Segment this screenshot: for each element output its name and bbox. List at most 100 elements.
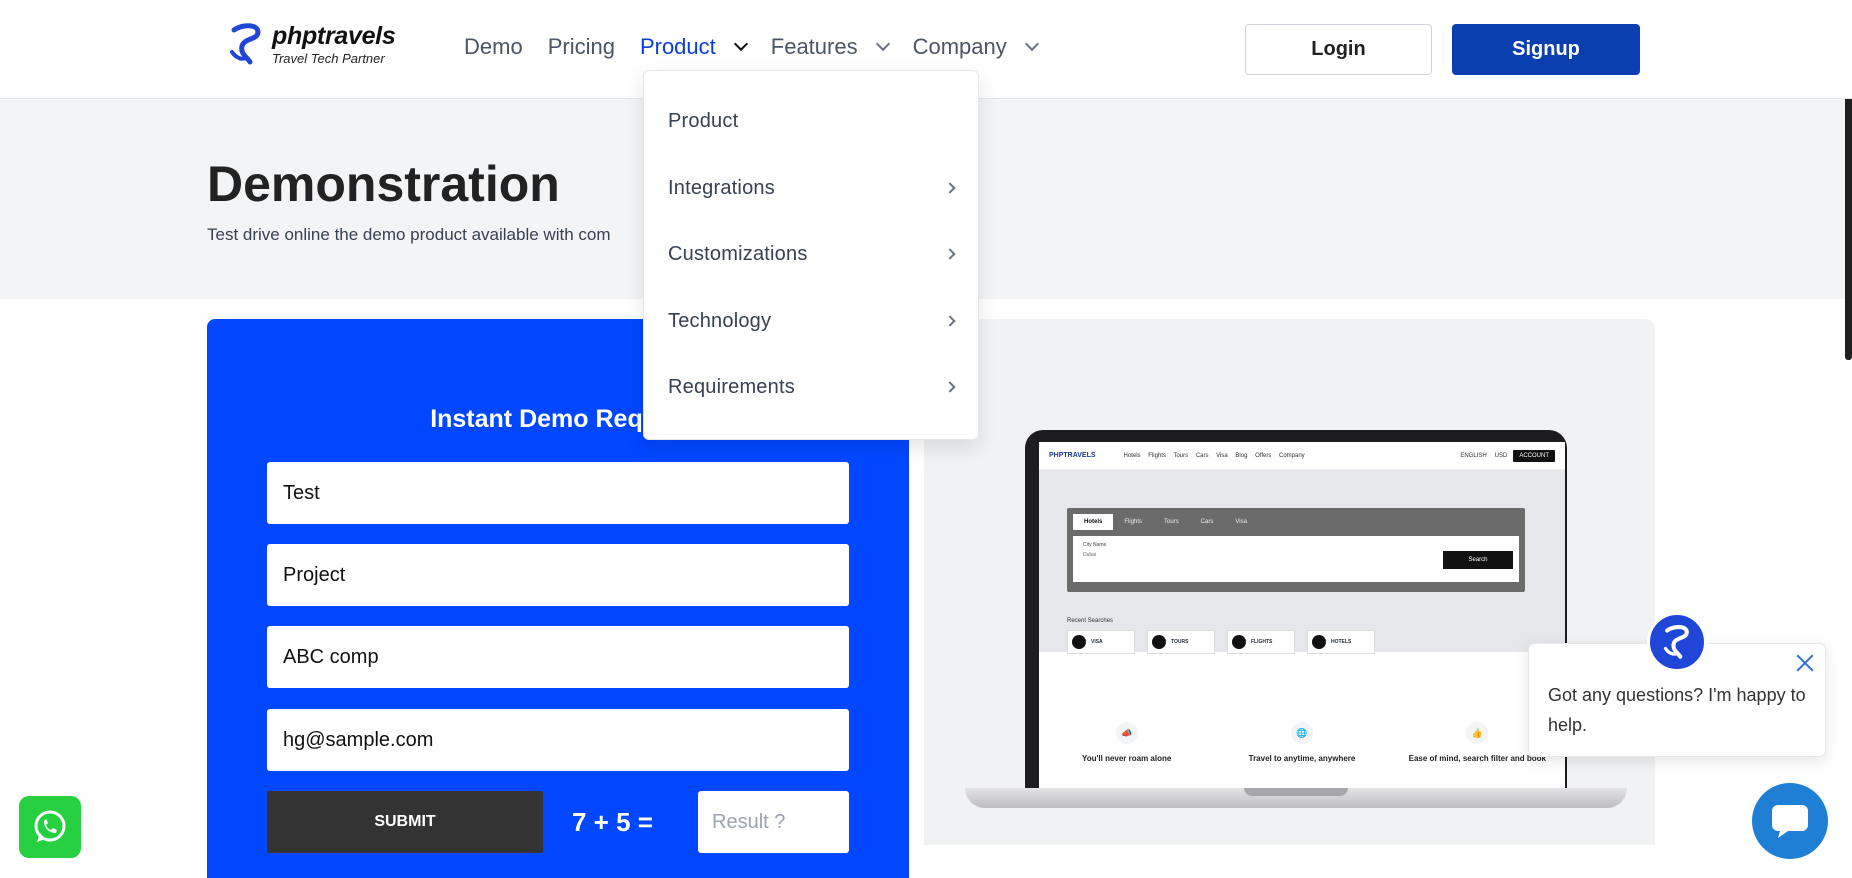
preview-tabs: Hotels Flights Tours Cars Visa bbox=[1067, 508, 1525, 530]
chat-avatar bbox=[1647, 612, 1707, 672]
close-icon[interactable] bbox=[1794, 652, 1816, 674]
card-label: HOTELS bbox=[1331, 639, 1352, 645]
preview-link: Cars bbox=[1195, 452, 1209, 459]
brand-name: phptravels bbox=[272, 21, 396, 50]
product-dropdown-menu: Product Integrations Customizations Tech… bbox=[643, 70, 979, 440]
first-name-field[interactable]: Test bbox=[267, 462, 849, 524]
preview-tab: Tours bbox=[1164, 519, 1179, 525]
menu-item-integrations[interactable]: Integrations bbox=[668, 168, 958, 208]
phptravels-logo-icon bbox=[1663, 625, 1689, 659]
preview-search-box: Hotels Flights Tours Cars Visa City Name… bbox=[1067, 508, 1525, 592]
laptop-screen-preview: PHPTRAVELS Hotels Flights Tours Cars Vis… bbox=[1039, 442, 1565, 788]
preview-link: Hotels bbox=[1123, 452, 1141, 459]
menu-item-label: Technology bbox=[668, 309, 772, 332]
chevron-right-icon bbox=[944, 182, 956, 194]
nav-features[interactable]: Features bbox=[770, 34, 890, 60]
preview-nav-links: Hotels Flights Tours Cars Visa Blog Offe… bbox=[1124, 453, 1311, 459]
whatsapp-button[interactable] bbox=[19, 796, 81, 858]
page-subtitle: Test drive online the demo product avail… bbox=[207, 225, 611, 244]
chevron-right-icon bbox=[944, 381, 956, 393]
chevron-right-icon bbox=[944, 315, 956, 327]
menu-item-label: Requirements bbox=[668, 375, 795, 398]
preview-lang: ENGLISH bbox=[1460, 452, 1487, 459]
nav-pricing[interactable]: Pricing bbox=[548, 34, 615, 60]
menu-item-label: Integrations bbox=[668, 176, 775, 199]
chat-message: Got any questions? I'm happy to help. bbox=[1548, 685, 1806, 735]
card-icon bbox=[1312, 635, 1326, 649]
feature-label: Travel to anytime, anywhere bbox=[1248, 754, 1356, 763]
feature-label: Ease of mind, search filter and book bbox=[1408, 754, 1546, 763]
preview-account: ACCOUNT bbox=[1513, 449, 1555, 462]
card-label: TOURS bbox=[1171, 639, 1189, 645]
login-button[interactable]: Login bbox=[1245, 24, 1432, 75]
preview-search-fields: City Name Dubai Search bbox=[1073, 536, 1519, 582]
brand-tagline: Travel Tech Partner bbox=[272, 50, 385, 66]
preview-card: HOTELS bbox=[1307, 630, 1375, 654]
preview-tab: Cars bbox=[1200, 519, 1214, 525]
preview-tab: Hotels bbox=[1073, 514, 1114, 530]
preview-nav: PHPTRAVELS Hotels Flights Tours Cars Vis… bbox=[1039, 442, 1565, 470]
nav-demo-label: Demo bbox=[464, 34, 523, 59]
card-icon bbox=[1072, 635, 1086, 649]
preview-card: TOURS bbox=[1147, 630, 1215, 654]
menu-item-requirements[interactable]: Requirements bbox=[668, 367, 958, 407]
nav-product[interactable]: Product bbox=[639, 34, 748, 60]
card-label: VISA bbox=[1091, 639, 1103, 645]
preview-link: Flights bbox=[1148, 452, 1166, 459]
laptop-notch bbox=[1244, 788, 1348, 796]
nav-features-label: Features bbox=[770, 34, 858, 59]
preview-recent-cards: VISA TOURS FLIGHTS HOTELS bbox=[1067, 630, 1387, 654]
preview-link: Offers bbox=[1255, 452, 1272, 459]
thumbs-up-icon: 👍 bbox=[1466, 722, 1489, 744]
nav-company[interactable]: Company bbox=[912, 34, 1039, 60]
captcha-question: 7 + 5 = bbox=[572, 807, 653, 837]
menu-item-technology[interactable]: Technology bbox=[668, 301, 958, 341]
menu-item-product[interactable]: Product bbox=[668, 101, 958, 141]
chat-bubble-icon bbox=[1772, 805, 1808, 838]
business-name-field[interactable]: ABC comp bbox=[267, 626, 849, 688]
card-icon bbox=[1232, 635, 1246, 649]
preview-link: Blog bbox=[1235, 452, 1248, 459]
menu-item-label: Customizations bbox=[668, 242, 808, 265]
chat-launcher-button[interactable] bbox=[1752, 783, 1828, 859]
preview-logo: PHPTRAVELS bbox=[1049, 452, 1096, 459]
preview-currency: USD bbox=[1494, 452, 1508, 459]
preview-account-area: ENGLISH USD ACCOUNT bbox=[1460, 449, 1555, 462]
brand-logo[interactable]: phptravels Travel Tech Partner bbox=[228, 21, 396, 66]
last-name-field[interactable]: Project bbox=[267, 544, 849, 606]
preview-feature: 📣 You'll never roam alone bbox=[1047, 722, 1207, 763]
preview-city: Dubai bbox=[1083, 552, 1097, 558]
menu-item-customizations[interactable]: Customizations bbox=[668, 234, 958, 274]
card-icon bbox=[1152, 635, 1166, 649]
email-field[interactable]: hg@sample.com bbox=[267, 709, 849, 771]
preview-card: VISA bbox=[1067, 630, 1135, 654]
main-nav: Demo Pricing Product Features Company bbox=[464, 34, 1062, 60]
preview-tab: Flights bbox=[1124, 519, 1143, 525]
preview-recent-label: Recent Searches bbox=[1067, 618, 1114, 624]
phptravels-logo-icon bbox=[230, 23, 261, 65]
menu-item-label: Product bbox=[668, 109, 739, 132]
preview-features: 📣 You'll never roam alone 🌐 Travel to anyt… bbox=[1039, 722, 1565, 763]
card-label: FLIGHTS bbox=[1251, 639, 1273, 645]
globe-icon: 🌐 bbox=[1290, 722, 1313, 744]
preview-feature: 🌐 Travel to anytime, anywhere bbox=[1222, 722, 1382, 763]
submit-button[interactable]: SUBMIT bbox=[267, 791, 543, 853]
chevron-down-icon bbox=[875, 36, 890, 52]
preview-link: Visa bbox=[1216, 452, 1228, 459]
preview-hero: Hotels Flights Tours Cars Visa City Name… bbox=[1039, 470, 1565, 652]
preview-link: Tours bbox=[1173, 452, 1189, 459]
chevron-down-icon bbox=[733, 36, 748, 52]
chevron-down-icon bbox=[1024, 36, 1039, 52]
megaphone-icon: 📣 bbox=[1115, 722, 1138, 744]
nav-demo[interactable]: Demo bbox=[464, 34, 523, 60]
nav-pricing-label: Pricing bbox=[547, 34, 615, 59]
signup-button[interactable]: Signup bbox=[1452, 24, 1640, 75]
page-title: Demonstration bbox=[207, 156, 560, 212]
nav-company-label: Company bbox=[912, 34, 1007, 59]
preview-card: FLIGHTS bbox=[1227, 630, 1295, 654]
captcha-result-input[interactable]: Result ? bbox=[698, 791, 849, 853]
nav-product-label: Product bbox=[639, 34, 716, 59]
preview-field-label: City Name bbox=[1083, 542, 1107, 548]
preview-search-button: Search bbox=[1443, 551, 1513, 569]
preview-link: Company bbox=[1279, 452, 1305, 459]
